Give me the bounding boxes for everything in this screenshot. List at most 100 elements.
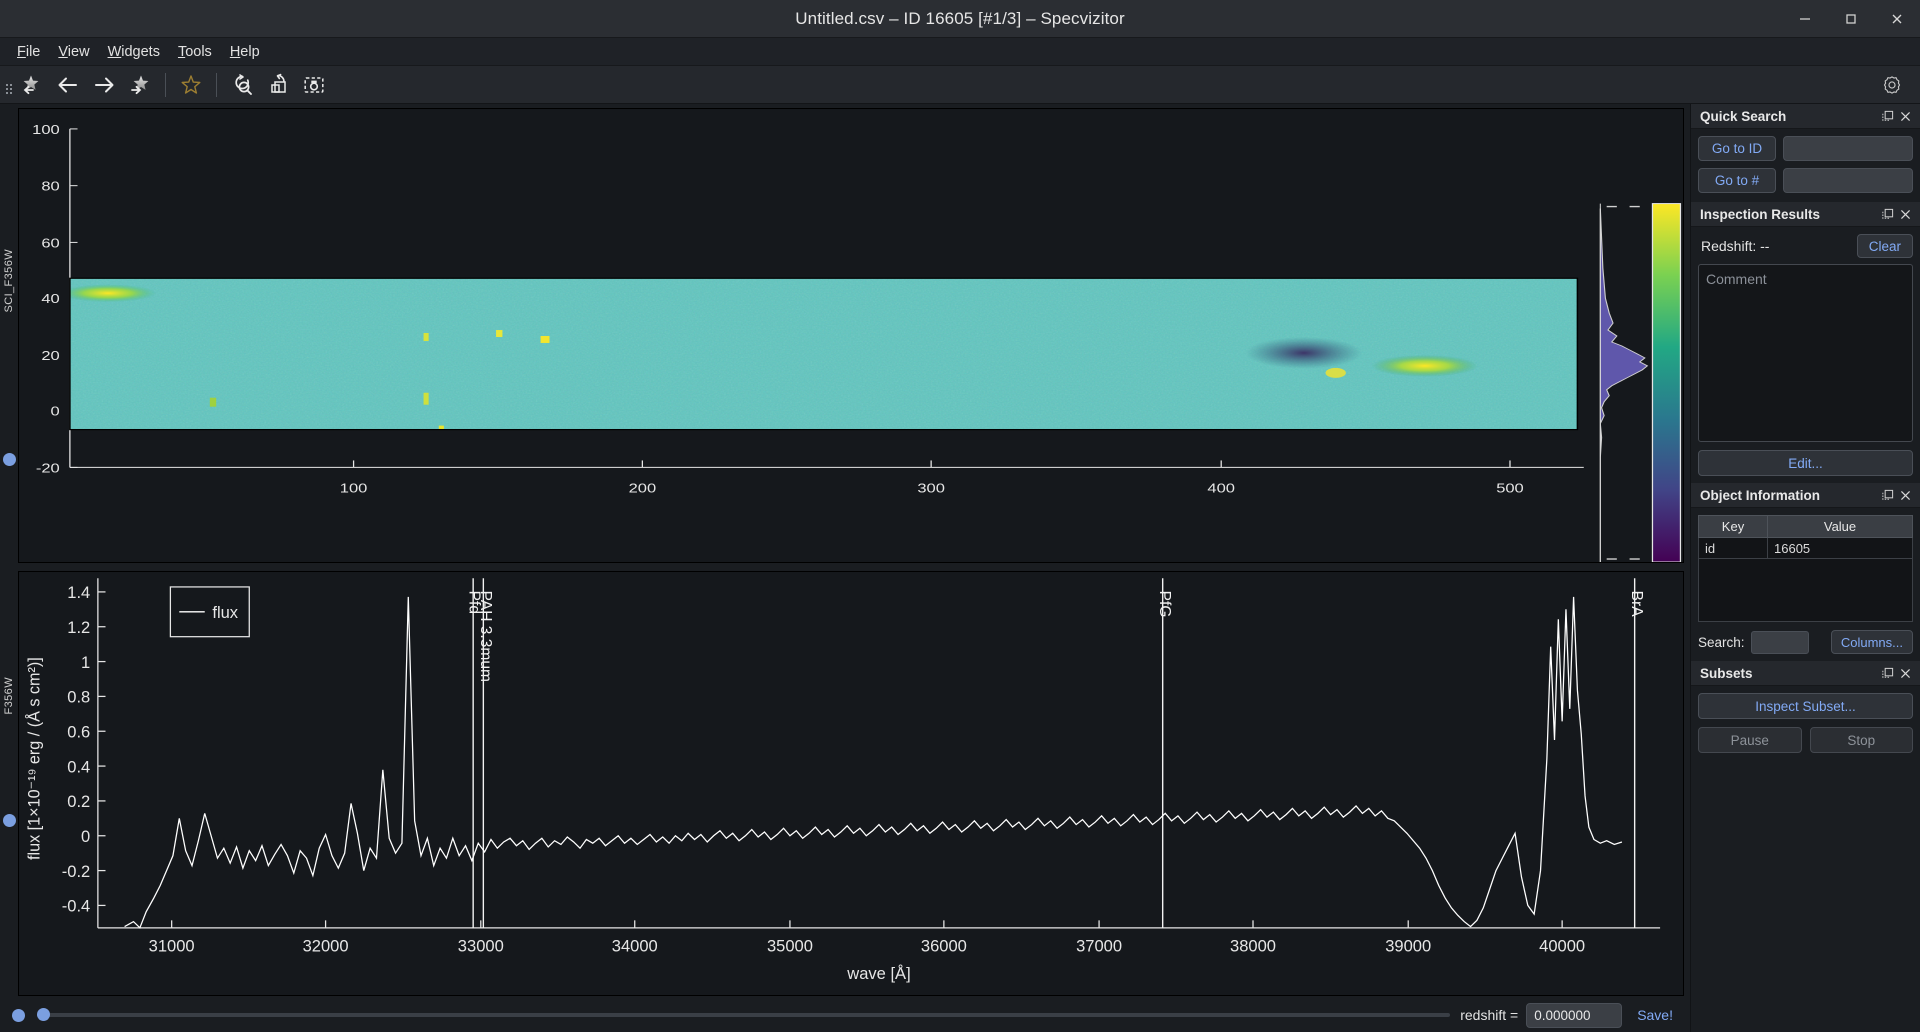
go-to-id-button[interactable]: Go to ID: [1698, 136, 1776, 161]
search-label: Search:: [1698, 634, 1745, 650]
minimize-button[interactable]: [1782, 0, 1828, 38]
image-cutout-dock-strip: SCI_F356W: [0, 104, 18, 567]
toolbar-grip[interactable]: [0, 66, 14, 104]
svg-text:37000: 37000: [1076, 938, 1122, 956]
bottom-bar: redshift = 0.000000 Save!: [0, 998, 1690, 1032]
svg-text:0.8: 0.8: [67, 689, 90, 707]
spectrum-svg: 1.4 1.2 1 0.8 0.6 0.4 0.2 0 -0.2 -0.4 fl…: [19, 572, 1683, 995]
close-icon[interactable]: [1896, 205, 1914, 223]
go-to-number-row: Go to #: [1698, 168, 1913, 193]
window-controls: [1782, 0, 1920, 38]
application-window: Untitled.csv – ID 16605 [#1/3] – Specviz…: [0, 0, 1920, 1032]
close-icon[interactable]: [1896, 664, 1914, 682]
object-information-table[interactable]: Key Value id 16605: [1697, 515, 1913, 559]
title-bar: Untitled.csv – ID 16605 [#1/3] – Specviz…: [0, 0, 1920, 38]
arrow-left-icon[interactable]: [52, 69, 84, 101]
float-icon[interactable]: [1878, 107, 1896, 125]
star-outline-icon[interactable]: [175, 69, 207, 101]
image-cutout-dock-label: SCI_F356W: [3, 249, 15, 313]
menu-widgets[interactable]: Widgets: [99, 41, 169, 63]
reset-layout-icon[interactable]: [262, 69, 294, 101]
svg-text:20: 20: [41, 349, 59, 363]
go-to-id-input[interactable]: [1783, 136, 1913, 161]
right-dock: Quick Search Go to ID Go to # Inspection…: [1690, 104, 1920, 1032]
redshift-input[interactable]: 0.000000: [1526, 1002, 1623, 1028]
image-cutout-plot[interactable]: 100 80 60 40 20 0 -20 100 200 300 400 50…: [18, 108, 1684, 563]
column-header-value[interactable]: Value: [1767, 515, 1913, 538]
inspection-results-body: Redshift: -- Clear Comment Edit...: [1691, 227, 1920, 483]
columns-button[interactable]: Columns...: [1830, 630, 1913, 654]
svg-text:1.4: 1.4: [67, 584, 90, 602]
menu-help-rest: elp: [240, 43, 260, 60]
svg-text:80: 80: [41, 180, 59, 194]
menu-file[interactable]: File: [8, 41, 49, 63]
star-next-icon[interactable]: [124, 69, 156, 101]
svg-text:36000: 36000: [921, 938, 967, 956]
object-information-search-row: Search: Columns...: [1698, 630, 1913, 654]
save-button[interactable]: Save!: [1630, 1003, 1680, 1028]
column-header-key[interactable]: Key: [1697, 515, 1769, 538]
svg-text:1.2: 1.2: [67, 619, 90, 637]
comment-textarea[interactable]: Comment: [1698, 264, 1913, 442]
stop-button[interactable]: Stop: [1809, 727, 1913, 753]
menu-help[interactable]: Help: [221, 41, 269, 63]
subsets-panel: Subsets Inspect Subset... Pause Stop: [1691, 661, 1920, 760]
inspection-results-header: Inspection Results: [1691, 202, 1920, 227]
close-button[interactable]: [1874, 0, 1920, 38]
close-icon[interactable]: [1896, 486, 1914, 504]
spectrum-ylabel: flux [1×10⁻¹⁹ erg / (Å s cm²)]: [24, 657, 43, 860]
edit-button[interactable]: Edit...: [1698, 450, 1913, 476]
inspect-subset-button[interactable]: Inspect Subset...: [1698, 693, 1913, 719]
go-to-number-button[interactable]: Go to #: [1698, 168, 1776, 193]
reset-view-icon[interactable]: [226, 69, 258, 101]
float-icon[interactable]: [1878, 486, 1896, 504]
image-cutout-panel: SCI_F356W 100 80 60 40 20 0 -20 100 200 …: [0, 104, 1690, 567]
menu-tools[interactable]: Tools: [169, 41, 221, 63]
object-information-title: Object Information: [1700, 487, 1821, 503]
window-title: Untitled.csv – ID 16605 [#1/3] – Specviz…: [795, 8, 1125, 28]
screenshot-icon[interactable]: [298, 69, 330, 101]
svg-text:100: 100: [32, 123, 60, 137]
star-previous-icon[interactable]: [16, 69, 48, 101]
search-input[interactable]: [1750, 630, 1809, 654]
main-toolbar: [0, 66, 1920, 104]
bottom-collapse-handle[interactable]: [12, 1008, 25, 1022]
quick-search-panel: Quick Search Go to ID Go to #: [1691, 104, 1920, 202]
table-row[interactable]: id 16605: [1697, 537, 1913, 559]
pause-button[interactable]: Pause: [1698, 727, 1802, 753]
float-icon[interactable]: [1878, 205, 1896, 223]
gear-icon[interactable]: [1876, 69, 1908, 101]
subsets-title: Subsets: [1700, 665, 1753, 681]
wavelength-slider-knob[interactable]: [37, 1008, 50, 1021]
svg-text:34000: 34000: [612, 938, 658, 956]
svg-text:100: 100: [340, 482, 368, 496]
object-information-panel: Object Information Key Value id 16605 Se…: [1691, 483, 1920, 661]
float-icon[interactable]: [1878, 664, 1896, 682]
svg-text:300: 300: [917, 482, 945, 496]
image-cutout-collapse-handle[interactable]: [2, 452, 16, 466]
image-cutout-colorbar[interactable]: [1651, 203, 1682, 563]
go-to-number-input[interactable]: [1783, 168, 1913, 193]
menu-file-rest: ile: [25, 43, 41, 60]
maximize-button[interactable]: [1828, 0, 1874, 38]
arrow-right-icon[interactable]: [88, 69, 120, 101]
svg-text:35000: 35000: [767, 938, 813, 956]
svg-text:32000: 32000: [303, 938, 349, 956]
svg-text:0.6: 0.6: [67, 724, 90, 742]
menu-view[interactable]: View: [49, 41, 98, 63]
menu-widgets-rest: idgets: [121, 43, 160, 60]
clear-button[interactable]: Clear: [1856, 234, 1913, 258]
spectrum-dock-label: F356W: [3, 677, 15, 715]
line-label-pfg: PfG: [1156, 591, 1173, 618]
svg-text:200: 200: [629, 482, 657, 496]
toolbar-right-group: [1874, 66, 1910, 104]
svg-text:39000: 39000: [1385, 938, 1431, 956]
close-icon[interactable]: [1896, 107, 1914, 125]
menu-view-rest: iew: [67, 43, 90, 60]
subsets-controls-row: Pause Stop: [1698, 727, 1913, 753]
svg-text:0: 0: [51, 405, 60, 419]
spectrum-collapse-handle[interactable]: [2, 814, 16, 828]
spectrum-plot[interactable]: 1.4 1.2 1 0.8 0.6 0.4 0.2 0 -0.2 -0.4 fl…: [18, 571, 1684, 996]
wavelength-slider[interactable]: [37, 1008, 1451, 1021]
svg-text:-0.4: -0.4: [62, 898, 90, 916]
